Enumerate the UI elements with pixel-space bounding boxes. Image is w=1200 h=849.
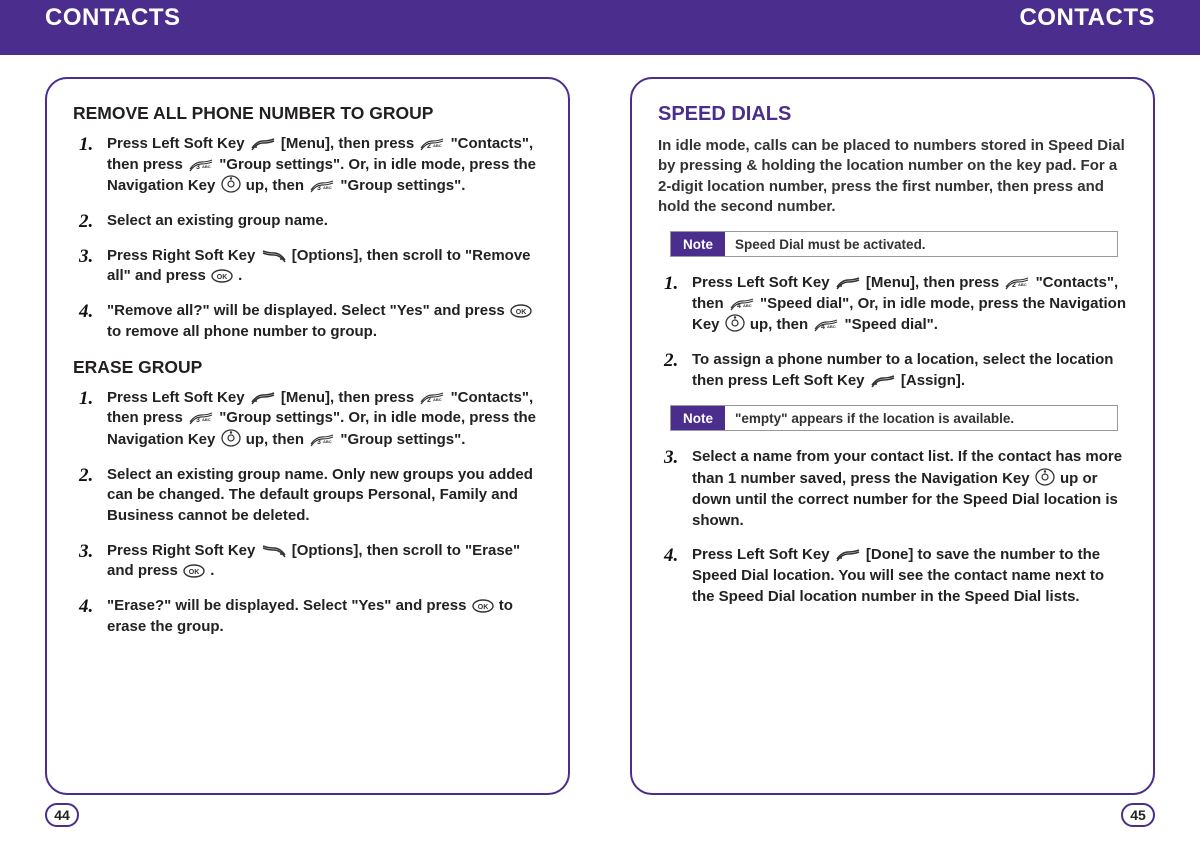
svg-text:OK: OK bbox=[516, 309, 527, 316]
step-number: 1. bbox=[79, 132, 93, 158]
svg-text:ABC: ABC bbox=[323, 439, 332, 444]
erase-group-steps: 1.Press Left Soft Key [Menu], then press… bbox=[73, 388, 542, 638]
keypad-4-icon: 4ABC bbox=[813, 318, 839, 332]
step-number: 4. bbox=[664, 543, 678, 569]
svg-text:2: 2 bbox=[1012, 282, 1016, 289]
svg-text:ABC: ABC bbox=[1018, 282, 1027, 287]
right-page: SPEED DIALS In idle mode, calls can be p… bbox=[630, 77, 1155, 795]
section-title: REMOVE ALL PHONE NUMBER TO GROUP bbox=[73, 103, 542, 124]
keypad-4-icon: 4ABC bbox=[729, 297, 755, 311]
page-number-right: 45 bbox=[1121, 803, 1155, 827]
svg-text:3: 3 bbox=[196, 164, 200, 171]
left-softkey-icon bbox=[835, 276, 861, 290]
keypad-3-icon: 3ABC bbox=[188, 158, 214, 172]
svg-text:4: 4 bbox=[821, 324, 825, 331]
left-softkey-icon bbox=[870, 374, 896, 388]
note-label: Note bbox=[671, 406, 725, 430]
step-item: 1.Press Left Soft Key [Menu], then press… bbox=[73, 388, 542, 451]
left-page: REMOVE ALL PHONE NUMBER TO GROUP 1.Press… bbox=[45, 77, 570, 795]
ok-button-icon: OK bbox=[510, 304, 532, 318]
right-softkey-icon bbox=[261, 544, 287, 558]
step-item: 2.Select an existing group name. Only ne… bbox=[73, 465, 542, 527]
note-box: Note Speed Dial must be activated. bbox=[670, 231, 1118, 257]
section-title: ERASE GROUP bbox=[73, 357, 542, 378]
keypad-2-icon: 2ABC bbox=[1004, 276, 1030, 290]
step-number: 2. bbox=[664, 348, 678, 374]
step-item: 3.Select a name from your contact list. … bbox=[658, 447, 1127, 531]
step-item: 3.Press Right Soft Key [Options], then s… bbox=[73, 246, 542, 287]
page-header: CONTACTS CONTACTS bbox=[0, 0, 1200, 55]
remove-all-steps: 1.Press Left Soft Key [Menu], then press… bbox=[73, 134, 542, 343]
svg-text:ABC: ABC bbox=[743, 303, 752, 308]
dpad-icon bbox=[1035, 468, 1055, 486]
step-number: 2. bbox=[79, 463, 93, 489]
page-spread: REMOVE ALL PHONE NUMBER TO GROUP 1.Press… bbox=[0, 55, 1200, 795]
dpad-icon bbox=[221, 175, 241, 193]
step-number: 3. bbox=[79, 539, 93, 565]
step-item: 2.To assign a phone number to a location… bbox=[658, 350, 1127, 391]
dpad-icon bbox=[221, 429, 241, 447]
svg-text:ABC: ABC bbox=[433, 397, 442, 402]
keypad-3-icon: 3ABC bbox=[188, 411, 214, 425]
step-number: 4. bbox=[79, 299, 93, 325]
page-numbers: 44 45 bbox=[0, 803, 1200, 827]
left-softkey-icon bbox=[250, 137, 276, 151]
svg-text:OK: OK bbox=[217, 274, 228, 281]
note-label: Note bbox=[671, 232, 725, 256]
step-item: 2.Select an existing group name. bbox=[73, 211, 542, 232]
keypad-2-icon: 2ABC bbox=[419, 391, 445, 405]
keypad-2-icon: 2ABC bbox=[419, 137, 445, 151]
ok-button-icon: OK bbox=[472, 599, 494, 613]
svg-text:OK: OK bbox=[477, 604, 488, 611]
section-title: SPEED DIALS bbox=[658, 103, 1127, 126]
header-left: CONTACTS bbox=[45, 4, 181, 32]
keypad-3-icon: 3ABC bbox=[309, 433, 335, 447]
note-text: Speed Dial must be activated. bbox=[725, 232, 936, 256]
svg-text:4: 4 bbox=[737, 303, 741, 310]
step-number: 3. bbox=[79, 244, 93, 270]
speed-dial-steps-b: 3.Select a name from your contact list. … bbox=[658, 447, 1127, 607]
dpad-icon bbox=[725, 314, 745, 332]
speed-dial-steps-a: 1.Press Left Soft Key [Menu], then press… bbox=[658, 273, 1127, 391]
svg-text:3: 3 bbox=[196, 417, 200, 424]
step-item: 1.Press Left Soft Key [Menu], then press… bbox=[658, 273, 1127, 336]
step-number: 4. bbox=[79, 594, 93, 620]
step-number: 2. bbox=[79, 209, 93, 235]
page-number-left: 44 bbox=[45, 803, 79, 827]
step-number: 1. bbox=[79, 386, 93, 412]
step-item: 4.Press Left Soft Key [Done] to save the… bbox=[658, 545, 1127, 607]
note-box: Note "empty" appears if the location is … bbox=[670, 405, 1118, 431]
note-text: "empty" appears if the location is avail… bbox=[725, 406, 1024, 430]
svg-text:ABC: ABC bbox=[323, 185, 332, 190]
svg-text:ABC: ABC bbox=[433, 143, 442, 148]
svg-text:2: 2 bbox=[427, 143, 431, 150]
ok-button-icon: OK bbox=[183, 564, 205, 578]
step-item: 4."Remove all?" will be displayed. Selec… bbox=[73, 301, 542, 342]
step-item: 4."Erase?" will be displayed. Select "Ye… bbox=[73, 596, 542, 637]
header-right: CONTACTS bbox=[1019, 4, 1155, 32]
section-intro: In idle mode, calls can be placed to num… bbox=[658, 136, 1127, 217]
svg-text:3: 3 bbox=[317, 185, 321, 192]
step-item: 3.Press Right Soft Key [Options], then s… bbox=[73, 541, 542, 582]
ok-button-icon: OK bbox=[211, 269, 233, 283]
svg-text:3: 3 bbox=[317, 439, 321, 446]
svg-text:ABC: ABC bbox=[202, 164, 211, 169]
svg-text:OK: OK bbox=[189, 569, 200, 576]
svg-text:ABC: ABC bbox=[827, 324, 836, 329]
step-number: 3. bbox=[664, 445, 678, 471]
left-softkey-icon bbox=[250, 391, 276, 405]
svg-text:2: 2 bbox=[427, 397, 431, 404]
keypad-3-icon: 3ABC bbox=[309, 179, 335, 193]
step-item: 1.Press Left Soft Key [Menu], then press… bbox=[73, 134, 542, 197]
svg-text:ABC: ABC bbox=[202, 417, 211, 422]
right-softkey-icon bbox=[261, 249, 287, 263]
left-softkey-icon bbox=[835, 548, 861, 562]
step-number: 1. bbox=[664, 271, 678, 297]
